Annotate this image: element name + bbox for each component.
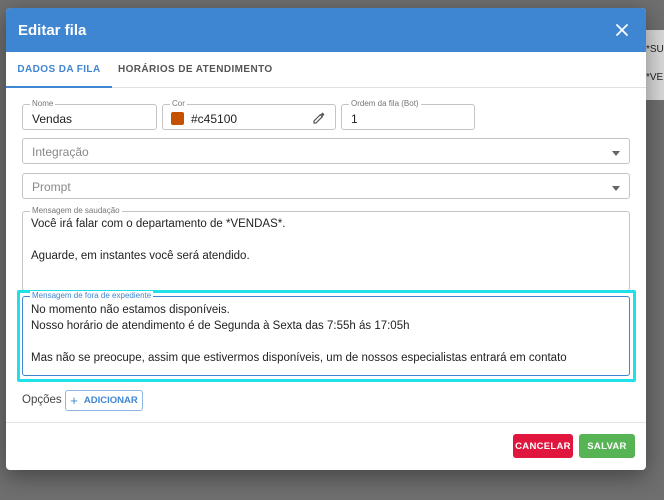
background-table-edge: *SU *VE bbox=[644, 30, 664, 100]
prompt-select[interactable]: Prompt bbox=[22, 173, 630, 199]
chevron-down-icon bbox=[612, 151, 620, 156]
queue-order-label: Ordem da fila (Bot) bbox=[349, 99, 421, 109]
color-label: Cor bbox=[170, 99, 187, 109]
queue-order-value: 1 bbox=[351, 112, 358, 126]
dialog-body: Nome Vendas Cor #c45100 Ordem da fila (B… bbox=[6, 88, 646, 422]
prompt-placeholder: Prompt bbox=[32, 180, 71, 194]
color-swatch bbox=[171, 112, 184, 125]
integration-select[interactable]: Integração bbox=[22, 138, 630, 164]
name-field[interactable]: Nome Vendas bbox=[22, 99, 157, 130]
integration-placeholder: Integração bbox=[32, 145, 89, 159]
dialog-header: Editar fila bbox=[6, 8, 646, 52]
plus-icon: + bbox=[70, 392, 78, 408]
queue-order-field[interactable]: Ordem da fila (Bot) 1 bbox=[341, 99, 475, 130]
tab-dados-da-fila[interactable]: DADOS DA FILA bbox=[6, 52, 112, 88]
save-button[interactable]: SALVAR bbox=[579, 434, 635, 458]
out-of-hours-message-label: Mensagem de fora de expediente bbox=[30, 291, 154, 301]
color-field[interactable]: Cor #c45100 bbox=[162, 99, 336, 130]
background-cell: *SU bbox=[646, 44, 664, 55]
eyedropper-icon[interactable] bbox=[311, 110, 327, 126]
dialog-footer: CANCELAR SALVAR bbox=[6, 422, 646, 470]
name-label: Nome bbox=[30, 99, 56, 109]
out-of-hours-message-text: No momento não estamos disponíveis. Noss… bbox=[31, 304, 567, 364]
close-button[interactable] bbox=[610, 18, 634, 42]
cancel-button[interactable]: CANCELAR bbox=[513, 434, 573, 458]
add-option-label: ADICIONAR bbox=[83, 395, 138, 406]
add-option-button[interactable]: + ADICIONAR bbox=[65, 390, 143, 411]
background-cell: *VE bbox=[646, 72, 664, 83]
close-icon bbox=[616, 24, 628, 36]
color-value: #c45100 bbox=[191, 112, 238, 126]
dialog-title: Editar fila bbox=[18, 21, 87, 39]
greeting-message-text: Você irá falar com o departamento de *VE… bbox=[31, 218, 286, 262]
chevron-down-icon bbox=[612, 186, 620, 191]
greeting-message-label: Mensagem de saudação bbox=[30, 206, 122, 216]
tab-horarios-de-atendimento[interactable]: HORÁRIOS DE ATENDIMENTO bbox=[112, 52, 283, 87]
edit-queue-dialog: Editar fila DADOS DA FILA HORÁRIOS DE AT… bbox=[6, 8, 646, 470]
name-value: Vendas bbox=[32, 112, 73, 126]
tab-bar: DADOS DA FILA HORÁRIOS DE ATENDIMENTO bbox=[6, 52, 646, 88]
out-of-hours-message-field[interactable]: Mensagem de fora de expediente No moment… bbox=[22, 291, 630, 376]
options-label: Opções bbox=[22, 394, 62, 406]
greeting-message-field[interactable]: Mensagem de saudação Você irá falar com … bbox=[22, 206, 630, 291]
